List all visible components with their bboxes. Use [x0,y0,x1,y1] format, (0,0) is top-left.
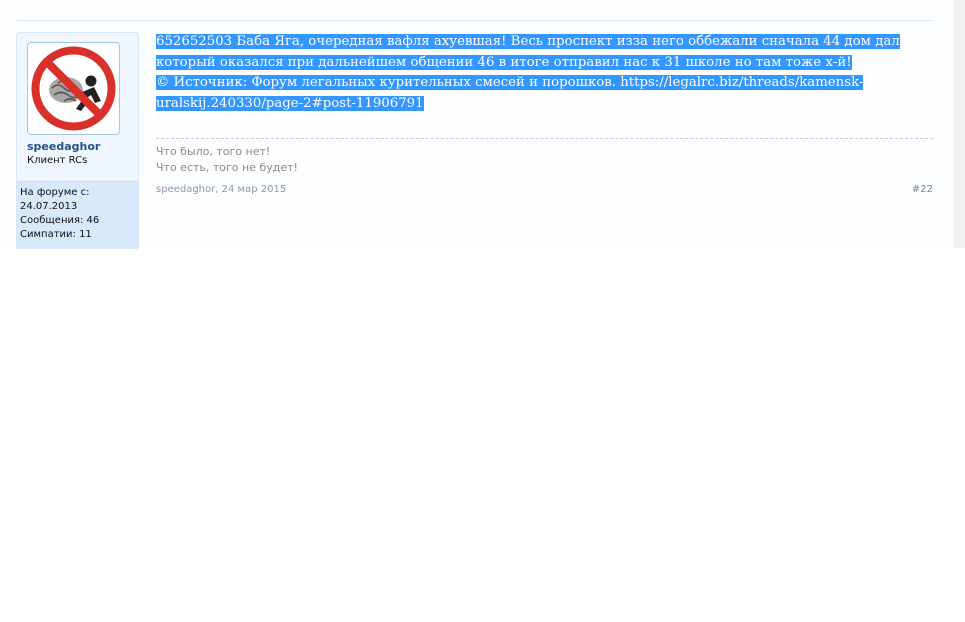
message-line-2: который оказался при дальнейшем общении … [156,54,852,70]
post-separator [17,20,933,21]
signature-line-1: Что было, того нет! [156,145,271,158]
user-stats: На форуме с: 24.07.2013 Сообщения: 46 Си… [17,181,138,249]
username-link[interactable]: speedaghor [27,140,100,153]
message-line-1: 652652503 Баба Яга, очередная вафля ахуе… [156,34,900,49]
post-date-link[interactable]: 24 мар 2015 [222,184,287,195]
user-info-sidebar: speedaghor Клиент RCs На форуме с: 24.07… [16,32,139,249]
scrollbar[interactable] [953,0,965,248]
signature-divider [156,138,933,139]
avatar[interactable] [27,42,120,135]
signature-line-2: Что есть, того не будет! [156,161,298,174]
signature: Что было, того нет! Что есть, того не бу… [156,144,298,176]
user-title: Клиент RCs [27,155,88,166]
joined-label: На форуме с: [20,187,90,198]
post-permalink[interactable]: #22 [912,184,933,195]
message-line-3: © Источник: Форум легальных курительных … [156,75,864,90]
joined-date: 24.07.2013 [20,201,78,212]
author-link[interactable]: speedaghor [156,184,215,195]
message-line-4: uralskij.240330/page-2#post-11906791 [156,95,424,111]
no-smoking-brain-icon [31,46,116,131]
message-count: Сообщения: 46 [20,215,100,226]
post-message[interactable]: 652652503 Баба Яга, очередная вафля ахуе… [156,32,934,114]
likes-count: Симпатии: 11 [20,229,92,240]
post-meta: speedaghor, 24 мар 2015 [156,184,286,195]
